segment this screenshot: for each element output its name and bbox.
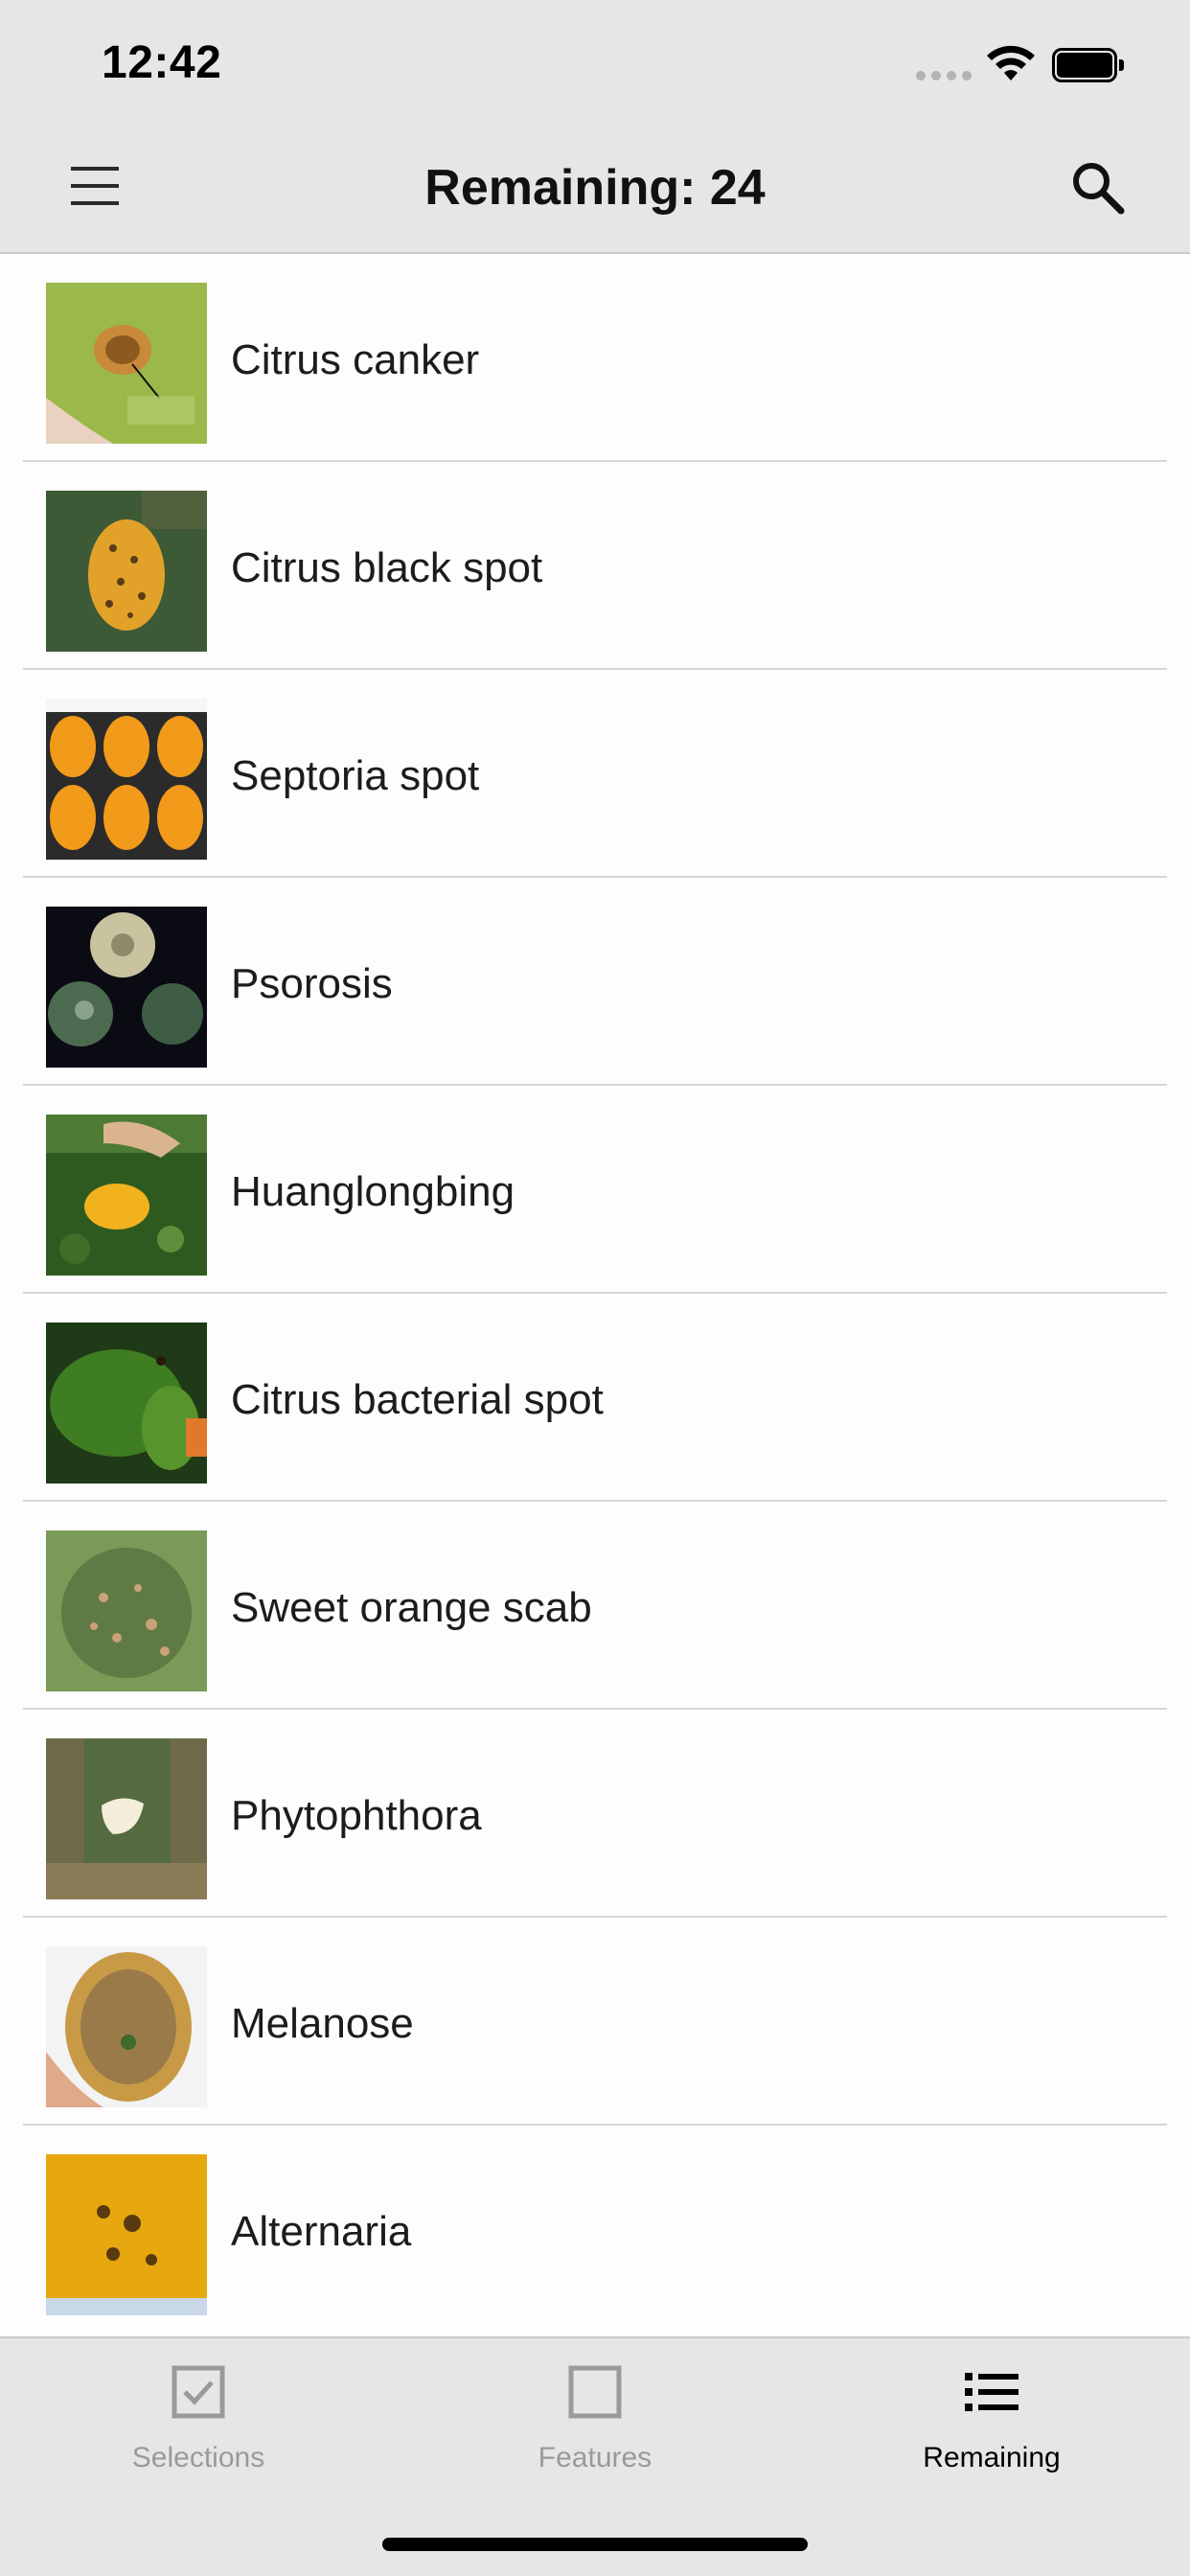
wifi-icon xyxy=(987,45,1035,80)
list-item[interactable]: Melanose xyxy=(0,1918,1190,2126)
list-item[interactable]: Psorosis xyxy=(0,878,1190,1086)
cellular-signal-icon xyxy=(916,71,972,82)
list-item-label: Septoria spot xyxy=(231,752,480,799)
list-icon xyxy=(965,2373,1018,2411)
list-item-label: Citrus black spot xyxy=(231,544,543,591)
disease-list: Citrus canker Citrus black spot Septoria… xyxy=(0,254,1190,2334)
battery-icon xyxy=(1052,48,1125,82)
citrus-canker-thumbnail xyxy=(46,283,207,444)
list-item[interactable]: Sweet orange scab xyxy=(0,1502,1190,1710)
citrus-black-spot-thumbnail xyxy=(46,491,207,652)
checkbox-empty-icon xyxy=(568,2365,622,2419)
list-item[interactable]: Huanglongbing xyxy=(0,1086,1190,1294)
list-item[interactable]: Citrus canker xyxy=(0,254,1190,462)
list-item-label: Melanose xyxy=(231,2000,414,2047)
list-item[interactable]: Septoria spot xyxy=(0,670,1190,878)
top-bar: 12:42 Remaining: 24 xyxy=(0,0,1190,254)
status-time: 12:42 xyxy=(102,37,222,88)
checkbox-checked-icon xyxy=(172,2365,225,2419)
septoria-spot-thumbnail xyxy=(46,699,207,860)
page-title: Remaining: 24 xyxy=(424,160,766,216)
psorosis-thumbnail xyxy=(46,907,207,1068)
list-item[interactable]: Citrus black spot xyxy=(0,462,1190,670)
tab-label: Features xyxy=(538,2442,652,2473)
list-item-label: Sweet orange scab xyxy=(231,1584,592,1631)
alternaria-thumbnail xyxy=(46,2154,207,2315)
list-item-label: Huanglongbing xyxy=(231,1168,515,1215)
tab-label: Selections xyxy=(131,2442,265,2473)
citrus-bacterial-spot-thumbnail xyxy=(46,1322,207,1484)
home-indicator[interactable] xyxy=(382,2538,808,2551)
tab-selections[interactable]: Selections xyxy=(0,2338,397,2501)
list-item-label: Citrus bacterial spot xyxy=(231,1376,604,1423)
list-item-label: Alternaria xyxy=(231,2208,412,2255)
list-item[interactable]: Alternaria xyxy=(0,2126,1190,2334)
huanglongbing-thumbnail xyxy=(46,1115,207,1276)
sweet-orange-scab-thumbnail xyxy=(46,1530,207,1691)
app-screen: 12:42 Remaining: 24 Citrus canker Citrus… xyxy=(0,0,1190,2576)
melanose-thumbnail xyxy=(46,1946,207,2107)
list-item-label: Phytophthora xyxy=(231,1792,482,1839)
tab-remaining[interactable]: Remaining xyxy=(793,2338,1190,2501)
phytophthora-thumbnail xyxy=(46,1738,207,1899)
tab-label: Remaining xyxy=(923,2442,1061,2473)
list-item-label: Citrus canker xyxy=(231,336,480,383)
list-item[interactable]: Phytophthora xyxy=(0,1710,1190,1918)
tab-features[interactable]: Features xyxy=(397,2338,793,2501)
search-icon[interactable] xyxy=(1069,159,1125,215)
list-item[interactable]: Citrus bacterial spot xyxy=(0,1294,1190,1502)
list-item-label: Psorosis xyxy=(231,960,393,1007)
